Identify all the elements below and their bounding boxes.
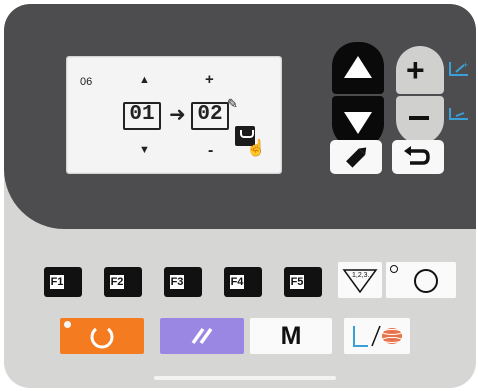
f2-key[interactable]: F2	[104, 267, 142, 297]
minus-symbol[interactable]: -	[208, 142, 213, 160]
counter-icon	[342, 269, 378, 294]
f4-key[interactable]: F4	[224, 267, 262, 297]
down-triangle-icon[interactable]: ▼	[139, 144, 150, 156]
control-panel: 06 ▲ + 01 ➜ 02 ✎ ▼ - ☝ + + F1 F2 F3 F4 F…	[4, 4, 476, 388]
program-number: 06	[80, 76, 93, 88]
reset-key[interactable]	[60, 318, 144, 354]
pencil-icon	[346, 147, 367, 168]
to-value-box: 02	[191, 102, 229, 130]
return-icon	[404, 146, 430, 165]
to-value: 02	[197, 103, 223, 126]
hand-cursor-icon: ☝	[246, 140, 266, 157]
f1-label: F1	[50, 275, 64, 289]
svg-text:+: +	[463, 60, 468, 70]
pencil-small-icon: ✎	[227, 96, 238, 111]
bobbin-icon	[353, 325, 403, 347]
f4-label: F4	[230, 275, 244, 289]
edit-button[interactable]	[330, 140, 382, 174]
lcd-screen: 06 ▲ + 01 ➜ 02 ✎ ▼ - ☝	[66, 56, 282, 174]
plus-icon: +	[406, 52, 425, 88]
bobbin-key[interactable]	[344, 318, 410, 354]
from-value: 01	[129, 103, 155, 126]
circle-icon	[414, 269, 438, 293]
circle-key[interactable]	[386, 262, 456, 298]
f5-label: F5	[290, 275, 304, 289]
indicator-led	[64, 321, 71, 328]
from-value-box: 01	[123, 102, 161, 130]
f5-key[interactable]: F5	[284, 267, 322, 297]
circle-arrow-icon	[90, 327, 114, 349]
double-slash-icon	[191, 327, 213, 345]
counter-label: 1,2,3..	[352, 272, 372, 279]
arrow-right-icon: ➜	[169, 104, 186, 126]
f3-label: F3	[170, 275, 184, 289]
minus-icon	[409, 116, 429, 120]
f1-key[interactable]: F1	[44, 267, 82, 297]
m-key[interactable]: M	[250, 318, 332, 354]
counter-key[interactable]: 1,2,3..	[338, 262, 382, 298]
return-button[interactable]	[392, 140, 444, 174]
speed-down-icon	[449, 108, 468, 120]
speed-up-icon: +	[449, 60, 468, 76]
minus-key[interactable]	[396, 96, 444, 144]
slash-key[interactable]	[160, 318, 244, 354]
indicator-led	[390, 265, 398, 273]
bottom-stripe	[154, 376, 336, 380]
f2-label: F2	[110, 275, 124, 289]
plus-key[interactable]: +	[396, 46, 444, 94]
plus-symbol[interactable]: +	[205, 71, 214, 88]
up-triangle-icon	[344, 56, 372, 78]
m-label: M	[280, 322, 302, 350]
f3-key[interactable]: F3	[164, 267, 202, 297]
up-key[interactable]	[332, 42, 384, 94]
up-triangle-icon[interactable]: ▲	[139, 74, 150, 86]
